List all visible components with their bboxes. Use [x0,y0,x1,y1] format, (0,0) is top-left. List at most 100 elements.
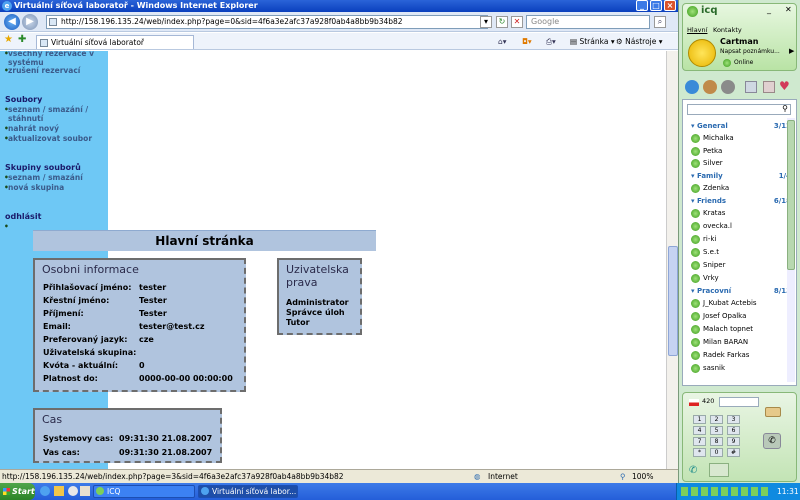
sidebar-logout[interactable]: odhlásit [5,212,41,221]
dial-key[interactable]: 3 [727,415,740,424]
group-name: Friends [696,197,727,205]
refresh-icon[interactable]: ↻ [496,16,508,28]
contact-item[interactable]: Kratas [691,208,725,219]
feeds-icon[interactable]: ◘▾ [522,36,532,47]
tray-icons[interactable] [681,487,771,496]
icq-heart-icon[interactable]: ♥ [779,79,790,93]
print-icon[interactable]: ⎙▾ [546,36,556,47]
sidebar-link-cancel-reservations[interactable]: zrušení rezervací [4,66,104,75]
status-bar: http://158.196.135.24/web/index.php?page… [0,469,678,483]
icq-status[interactable]: Online [734,59,753,66]
dial-key[interactable]: 2 [710,415,723,424]
group-name: General [696,122,728,130]
url-input[interactable]: http://158.196.135.24/web/index.php?page… [46,15,488,29]
group-general[interactable]: ▾ General 3/12 [691,122,791,130]
quicklaunch-app-icon[interactable] [68,486,78,496]
dial-key[interactable]: # [727,448,740,457]
home-icon[interactable]: ⌂▾ [498,36,507,47]
maximize-button[interactable]: □ [650,0,662,11]
dial-key[interactable]: 5 [710,426,723,435]
group-friends[interactable]: ▾ Friends 6/18 [691,197,791,205]
sidebar-link-files-list[interactable]: seznam / smazání / stáhnutí [4,105,104,123]
dial-key[interactable]: 9 [727,437,740,446]
icq-notes-icon[interactable] [763,81,775,93]
sms-tab-icon[interactable] [709,463,729,477]
quicklaunch-ie-icon[interactable] [40,486,50,496]
start-button[interactable]: Start [0,483,35,500]
sidebar-link-upload-file[interactable]: nahrát nový [4,124,104,133]
contact-item[interactable]: Zdenka [691,183,729,194]
minimize-button[interactable]: _ [636,0,648,11]
quicklaunch-mail-icon[interactable] [80,486,90,496]
contact-item[interactable]: Malach topnet [691,324,753,335]
call-button[interactable]: ✆ [763,433,781,449]
back-button[interactable]: ◀ [4,14,20,30]
dial-key[interactable]: * [693,448,706,457]
contact-item[interactable]: Petka [691,146,722,157]
icq-chat-icon[interactable] [721,80,735,94]
contact-item[interactable]: Vrky [691,273,719,284]
zoom-icon[interactable]: ⚲ [620,470,626,483]
contact-item[interactable]: S.e.t [691,247,719,258]
contact-item[interactable]: Michalka [691,133,734,144]
ie-window: e Virtuální síťová laboratoř - Windows I… [0,0,678,483]
tab-virtual-lab[interactable]: Virtuální síťová laboratoř [36,35,194,49]
search-input[interactable]: Google [526,15,650,29]
icq-minimize-button[interactable]: _ [767,5,771,14]
contact-item[interactable]: Silver [691,158,723,169]
group-work[interactable]: ▾ Pracovní 8/13 [691,287,791,295]
page-menu[interactable]: ▤ Stránka ▾ [570,36,615,47]
contact-item[interactable]: ovecka.l [691,221,732,232]
add-favorite-icon[interactable]: ✚ [18,34,26,45]
contact-item[interactable]: Josef Opalka [691,311,746,322]
icq-close-button[interactable]: ✕ [785,5,792,14]
dial-prefix[interactable]: 420 [702,397,714,405]
stop-icon[interactable]: ✕ [511,16,523,28]
icq-tab-main[interactable]: Hlavní [687,26,707,34]
icq-apps-icon[interactable] [685,80,699,94]
sidebar-link-new-group[interactable]: nová skupina [4,183,104,192]
scrollbar-thumb[interactable] [668,246,678,356]
phone-tab-icon[interactable]: ✆ [689,465,697,476]
dial-key[interactable]: 8 [710,437,723,446]
close-button[interactable]: × [664,0,676,11]
avatar[interactable] [688,39,716,67]
backspace-button[interactable] [765,407,781,417]
zoom-level[interactable]: 100% [632,470,653,483]
search-icon[interactable]: ⌕ [654,16,666,28]
contact-item[interactable]: ri-ki [691,234,716,245]
sidebar-link-update-file[interactable]: aktualizovat soubor [4,134,104,143]
dial-key[interactable]: 1 [693,415,706,424]
forward-button[interactable]: ▶ [22,14,38,30]
favorites-star-icon[interactable]: ★ [4,34,13,45]
contact-item[interactable]: sasnik [691,363,725,374]
icq-games-icon[interactable] [703,80,717,94]
contact-search-input[interactable]: ⚲ [687,104,791,115]
quicklaunch-folder-icon[interactable] [54,486,64,496]
dial-key[interactable]: 4 [693,426,706,435]
taskbar-ie[interactable]: Virtuální síťová labor... [198,485,298,498]
icq-note[interactable]: Napsat poznámku... [720,48,780,55]
contact-item[interactable]: Sniper [691,260,725,271]
contact-scrollbar-thumb[interactable] [787,120,795,270]
contact-item[interactable]: Radek Farkas [691,350,749,361]
icq-note-arrow-icon[interactable]: ▶ [789,47,794,55]
icq-mail-icon[interactable] [745,81,757,93]
sidebar-link-all-reservations[interactable]: všechny rezervace v systému [4,51,104,67]
contact-item[interactable]: Milan BARAN [691,337,748,348]
page-scrollbar[interactable] [666,51,678,469]
contact-item[interactable]: J_Kubat Actebis [691,298,757,309]
dial-key[interactable]: 6 [727,426,740,435]
dial-key[interactable]: 0 [710,448,723,457]
taskbar-icq[interactable]: ICQ [93,485,195,498]
url-dropdown-icon[interactable]: ▾ [480,16,492,28]
search-icon[interactable]: ⚲ [782,104,788,113]
dial-key[interactable]: 7 [693,437,706,446]
phone-number-input[interactable] [719,397,759,407]
sidebar-link-groups-list[interactable]: seznam / smazání [4,173,104,182]
icq-tab-contacts[interactable]: Kontakty [713,26,742,34]
contact-list-scrollbar[interactable] [787,118,795,382]
tools-menu[interactable]: ⚙ Nástroje ▾ [616,36,663,47]
system-tray: 11:31 [676,483,800,500]
group-family[interactable]: ▾ Family 1/4 [691,172,791,180]
